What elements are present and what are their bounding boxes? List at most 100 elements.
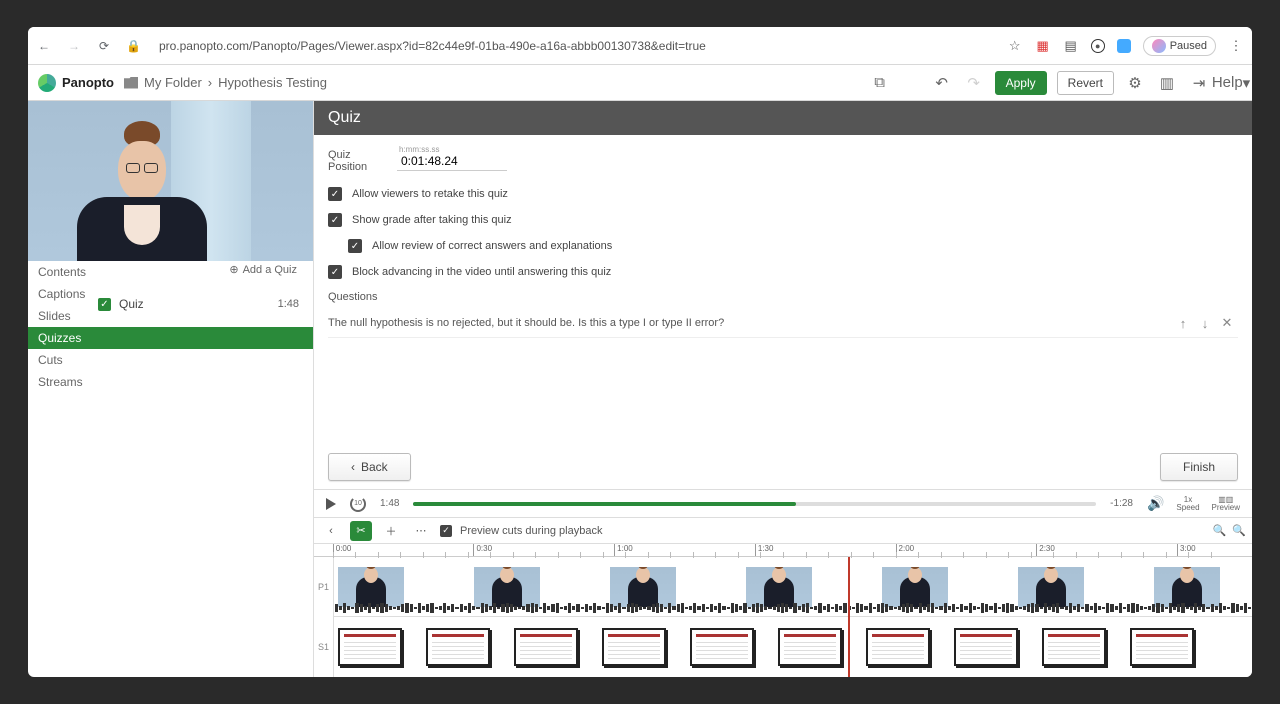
redo-icon[interactable]: ↷ [963,72,985,94]
video-thumb [1154,567,1220,607]
slide-thumb [426,628,490,666]
apply-button[interactable]: Apply [995,71,1047,95]
seek-bar[interactable] [413,502,1096,506]
plus-circle-icon: ⊕ [229,263,238,276]
slide-track[interactable] [334,617,1252,677]
opt-retake[interactable]: ✓Allow viewers to retake this quiz [328,187,1238,201]
current-time: 1:48 [380,498,399,509]
checkbox-icon: ✓ [348,239,362,253]
slide-thumb [602,628,666,666]
quiz-time: 1:48 [278,298,303,310]
chevron-left-icon: ‹ [351,460,355,474]
lock-icon: 🔒 [126,39,141,53]
add-quiz-button[interactable]: ⊕Add a Quiz [219,259,307,280]
app-header: Panopto My Folder › Hypothesis Testing ⧉… [28,65,1252,101]
playhead[interactable] [848,557,850,677]
ext-icon-3[interactable]: ● [1091,39,1105,53]
ext-icon-2[interactable]: ▤ [1063,38,1079,54]
chevron-right-icon: › [208,75,212,90]
logo-icon [38,74,56,92]
opt-review[interactable]: ✓Allow review of correct answers and exp… [348,239,1238,253]
player-bar: 10 1:48 -1:28 🔊 1xSpeed ▥▥Preview [314,489,1252,517]
track-label-p1: P1 [314,557,334,617]
collapse-icon[interactable]: ‹ [320,521,342,541]
video-thumb [1018,567,1084,607]
back-icon[interactable]: ← [36,38,52,54]
slide-thumb [1130,628,1194,666]
breadcrumb: My Folder › Hypothesis Testing [124,75,327,90]
folder-icon [124,77,138,89]
delete-icon[interactable]: ✕ [1216,315,1238,331]
address-bar[interactable]: pro.panopto.com/Panopto/Pages/Viewer.asp… [159,39,993,53]
slide-thumb [1042,628,1106,666]
checkbox-icon: ✓ [328,213,342,227]
ext-icon-4[interactable] [1117,39,1131,53]
timeline[interactable]: 0:00 0:30 1:00 1:30 2:00 2:30 3:00 P1 S1 [314,543,1252,677]
speaker-video [28,101,313,261]
more-icon[interactable]: ⋯ [410,521,432,541]
cut-tool-icon[interactable]: ✂ [350,521,372,541]
brand-logo[interactable]: Panopto [38,74,114,92]
slide-thumb [690,628,754,666]
add-icon[interactable]: ＋ [380,521,402,541]
back-button[interactable]: ‹Back [328,453,411,481]
panel-title: Quiz [314,101,1252,135]
slide-thumb [866,628,930,666]
video-thumb [610,567,676,607]
zoom-in-icon[interactable]: 🔍 [1232,524,1246,537]
position-hint: h:mm:ss.ss [399,145,439,154]
checkbox-icon: ✓ [328,187,342,201]
checkbox-icon[interactable]: ✓ [440,525,452,537]
timeline-toolbar: ‹ ✂ ＋ ⋯ ✓ Preview cuts during playback 🔍… [314,517,1252,543]
settings-icon[interactable]: ⚙ [1124,72,1146,94]
profile-paused[interactable]: Paused [1143,36,1216,56]
video-thumb [882,567,948,607]
stats-icon[interactable]: ▥ [1156,72,1178,94]
move-down-icon[interactable]: ↓ [1194,316,1216,331]
browser-chrome: ← → ⟳ 🔒 pro.panopto.com/Panopto/Pages/Vi… [28,27,1252,65]
tab-cuts[interactable]: Cuts [28,349,313,371]
video-track[interactable] [334,557,1252,617]
finish-button[interactable]: Finish [1160,453,1238,481]
zoom-out-icon[interactable]: 🔍 [1213,524,1227,537]
preview-cuts-label: Preview cuts during playback [460,525,602,537]
forward-icon[interactable]: → [66,38,82,54]
star-icon[interactable]: ☆ [1007,38,1023,54]
video-thumb [338,567,404,607]
play-icon[interactable] [326,498,336,510]
preview-toggle[interactable]: ▥▥Preview [1212,496,1240,512]
breadcrumb-folder[interactable]: My Folder [144,75,202,90]
capture-icon[interactable]: ⧉ [869,72,891,94]
avatar-icon [1152,39,1166,53]
undo-icon[interactable]: ↶ [931,72,953,94]
speed-control[interactable]: 1xSpeed [1176,496,1199,512]
track-label-s1: S1 [314,617,334,677]
timeline-ruler: 0:00 0:30 1:00 1:30 2:00 2:30 3:00 [314,544,1252,557]
revert-button[interactable]: Revert [1057,71,1114,95]
share-icon[interactable]: ⇥ [1188,72,1210,94]
tab-streams[interactable]: Streams [28,371,313,393]
questions-heading: Questions [328,291,1238,303]
video-thumb [746,567,812,607]
reload-icon[interactable]: ⟳ [96,38,112,54]
breadcrumb-item[interactable]: Hypothesis Testing [218,75,327,90]
remaining-time: -1:28 [1110,498,1133,509]
volume-icon[interactable]: 🔊 [1147,495,1164,512]
help-menu[interactable]: Help ▾ [1220,72,1242,94]
audio-waveform [334,602,1252,614]
video-thumb [474,567,540,607]
opt-block-advance[interactable]: ✓Block advancing in the video until answ… [328,265,1238,279]
slide-thumb [514,628,578,666]
quiz-position-label: Quiz Position [328,149,383,173]
rewind-10-icon[interactable]: 10 [350,496,366,512]
opt-show-grade[interactable]: ✓Show grade after taking this quiz [328,213,1238,227]
quiz-position-input[interactable] [397,152,507,171]
quiz-list-item[interactable]: ✓ Quiz 1:48 [28,293,313,315]
kebab-icon[interactable]: ⋮ [1228,38,1244,54]
checkbox-icon: ✓ [98,298,111,311]
move-up-icon[interactable]: ↑ [1172,316,1194,331]
ext-icon-1[interactable]: ▦ [1035,38,1051,54]
slide-thumb [954,628,1018,666]
tab-quizzes[interactable]: Quizzes [28,327,313,349]
question-row[interactable]: The null hypothesis is no rejected, but … [328,309,1238,338]
